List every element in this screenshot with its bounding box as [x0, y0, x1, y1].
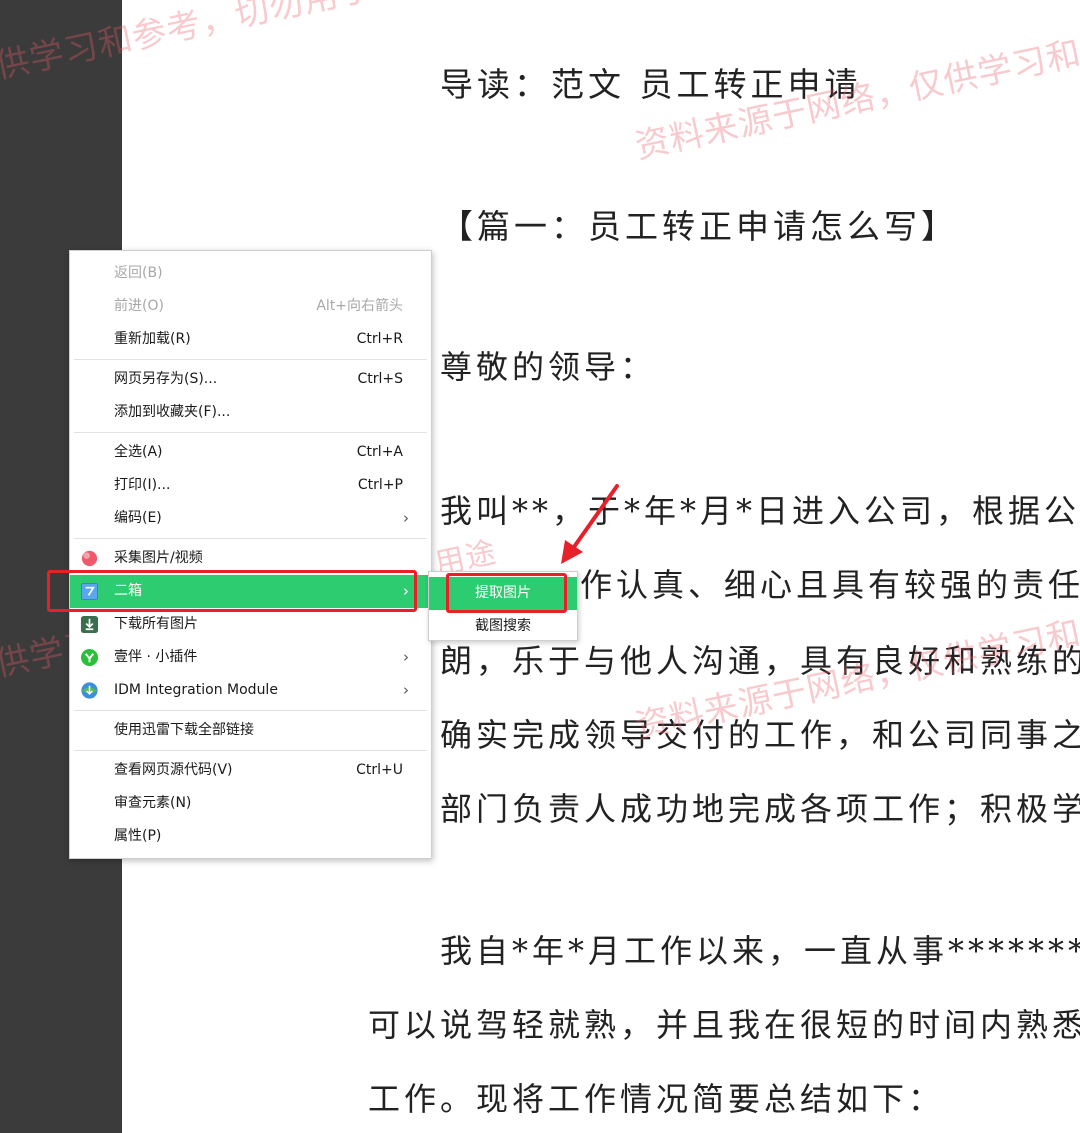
menu-separator: [74, 432, 427, 433]
menu-separator: [74, 538, 427, 539]
menu-item-label: 下载所有图片: [114, 616, 198, 632]
menu-item-label: 属性(P): [114, 828, 162, 844]
menu-item-thunder-download[interactable]: 使用迅雷下载全部链接: [70, 714, 431, 747]
menu-item-print[interactable]: 打印(I)... Ctrl+P: [70, 469, 431, 502]
menu-item-forward[interactable]: 前进(O) Alt+向右箭头: [70, 290, 431, 323]
menu-item-yiban[interactable]: 壹伴 · 小插件 ›: [70, 641, 431, 674]
menu-item-add-favorite[interactable]: 添加到收藏夹(F)...: [70, 396, 431, 429]
menu-item-properties[interactable]: 属性(P): [70, 820, 431, 853]
menu-item-select-all[interactable]: 全选(A) Ctrl+A: [70, 436, 431, 469]
menu-item-back[interactable]: 返回(B): [70, 257, 431, 290]
menu-item-label: 重新加载(R): [114, 331, 191, 347]
menu-item-label: 网页另存为(S)...: [114, 371, 218, 387]
menu-item-label: 查看网页源代码(V): [114, 762, 233, 778]
doc-line-2: 作认真、细心且具有较强的责任: [580, 566, 1080, 604]
doc-title: 导读：范文 员工转正申请: [440, 65, 862, 104]
menu-item-label: 编码(E): [114, 510, 162, 526]
menu-item-shortcut: Ctrl+A: [356, 444, 403, 460]
menu-item-label: 打印(I)...: [114, 477, 171, 493]
doc-line-6: 我自*年*月工作以来，一直从事*********: [440, 932, 1080, 970]
menu-item-view-source[interactable]: 查看网页源代码(V) Ctrl+U: [70, 754, 431, 787]
collect-icon: [81, 550, 98, 567]
menu-item-label: 前进(O): [114, 298, 164, 314]
menu-item-label: 返回(B): [114, 265, 163, 281]
menu-item-idm[interactable]: IDM Integration Module ›: [70, 674, 431, 707]
menu-item-label: 审查元素(N): [114, 795, 192, 811]
menu-item-label: 使用迅雷下载全部链接: [114, 722, 254, 738]
menu-item-label: 添加到收藏夹(F)...: [114, 404, 231, 420]
context-menu: 返回(B) 前进(O) Alt+向右箭头 重新加载(R) Ctrl+R 网页另存…: [69, 250, 432, 859]
menu-item-reload[interactable]: 重新加载(R) Ctrl+R: [70, 323, 431, 356]
menu-item-shortcut: Ctrl+R: [356, 331, 403, 347]
yiban-icon: [80, 648, 99, 667]
doc-line-1: 我叫**，于*年*月*日进入公司，根据公司: [440, 492, 1080, 530]
chevron-right-icon: ›: [403, 648, 409, 666]
menu-item-encoding[interactable]: 编码(E) ›: [70, 502, 431, 535]
annotation-highlight-box: [47, 570, 417, 612]
menu-item-shortcut: Ctrl+P: [357, 477, 403, 493]
menu-item-label: 全选(A): [114, 444, 163, 460]
menu-item-inspect[interactable]: 审查元素(N): [70, 787, 431, 820]
greeting: 尊敬的领导：: [440, 348, 657, 386]
doc-line-8: 工作。现将工作情况简要总结如下：: [368, 1080, 945, 1118]
menu-item-download-all-images[interactable]: 下载所有图片: [70, 608, 431, 641]
menu-item-shortcut: Ctrl+U: [356, 762, 403, 778]
doc-line-4: 确实完成领导交付的工作，和公司同事之: [440, 716, 1080, 754]
chevron-right-icon: ›: [403, 681, 409, 699]
menu-item-label: 采集图片/视频: [114, 550, 203, 566]
menu-item-label: IDM Integration Module: [114, 682, 278, 698]
menu-separator: [74, 750, 427, 751]
submenu-item-screenshot-search[interactable]: 截图搜索: [429, 610, 577, 643]
idm-icon: [81, 682, 98, 699]
menu-separator: [74, 710, 427, 711]
section-heading: 【篇一：员工转正申请怎么写】: [440, 207, 958, 246]
annotation-arrow-icon: [561, 484, 619, 564]
menu-item-save-as[interactable]: 网页另存为(S)... Ctrl+S: [70, 363, 431, 396]
annotation-highlight-box: [446, 573, 567, 613]
menu-separator: [74, 359, 427, 360]
menu-item-shortcut: Ctrl+S: [357, 371, 403, 387]
download-images-icon: [80, 615, 99, 634]
chevron-right-icon: ›: [403, 509, 409, 527]
menu-item-label: 壹伴 · 小插件: [114, 649, 198, 665]
doc-line-5: 部门负责人成功地完成各项工作；积极学: [440, 790, 1080, 828]
doc-line-7: 可以说驾轻就熟，并且我在很短的时间内熟悉: [368, 1006, 1080, 1044]
menu-item-shortcut: Alt+向右箭头: [316, 298, 403, 314]
